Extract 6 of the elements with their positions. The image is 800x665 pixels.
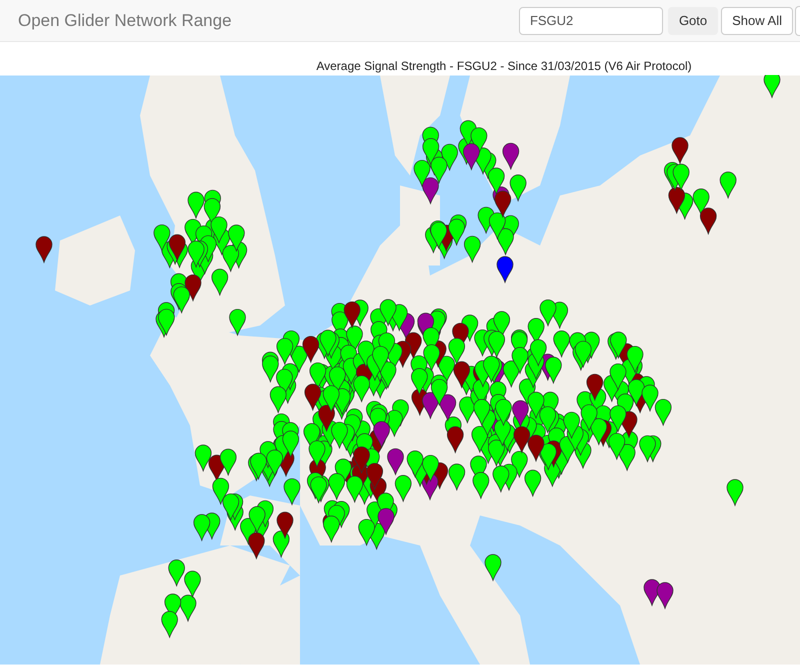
goto-button[interactable]: Goto — [668, 6, 718, 34]
show-all-button[interactable]: Show All — [721, 6, 793, 34]
app-title: Open Glider Network Range — [18, 10, 233, 30]
chart-title: Average Signal Strength - FSGU2 - Since 31/03/2015 (V6 Air Protocol) — [316, 59, 692, 74]
map-drawing[interactable] — [0, 75, 800, 665]
station-search-field[interactable]: FSGU2 — [518, 6, 663, 34]
